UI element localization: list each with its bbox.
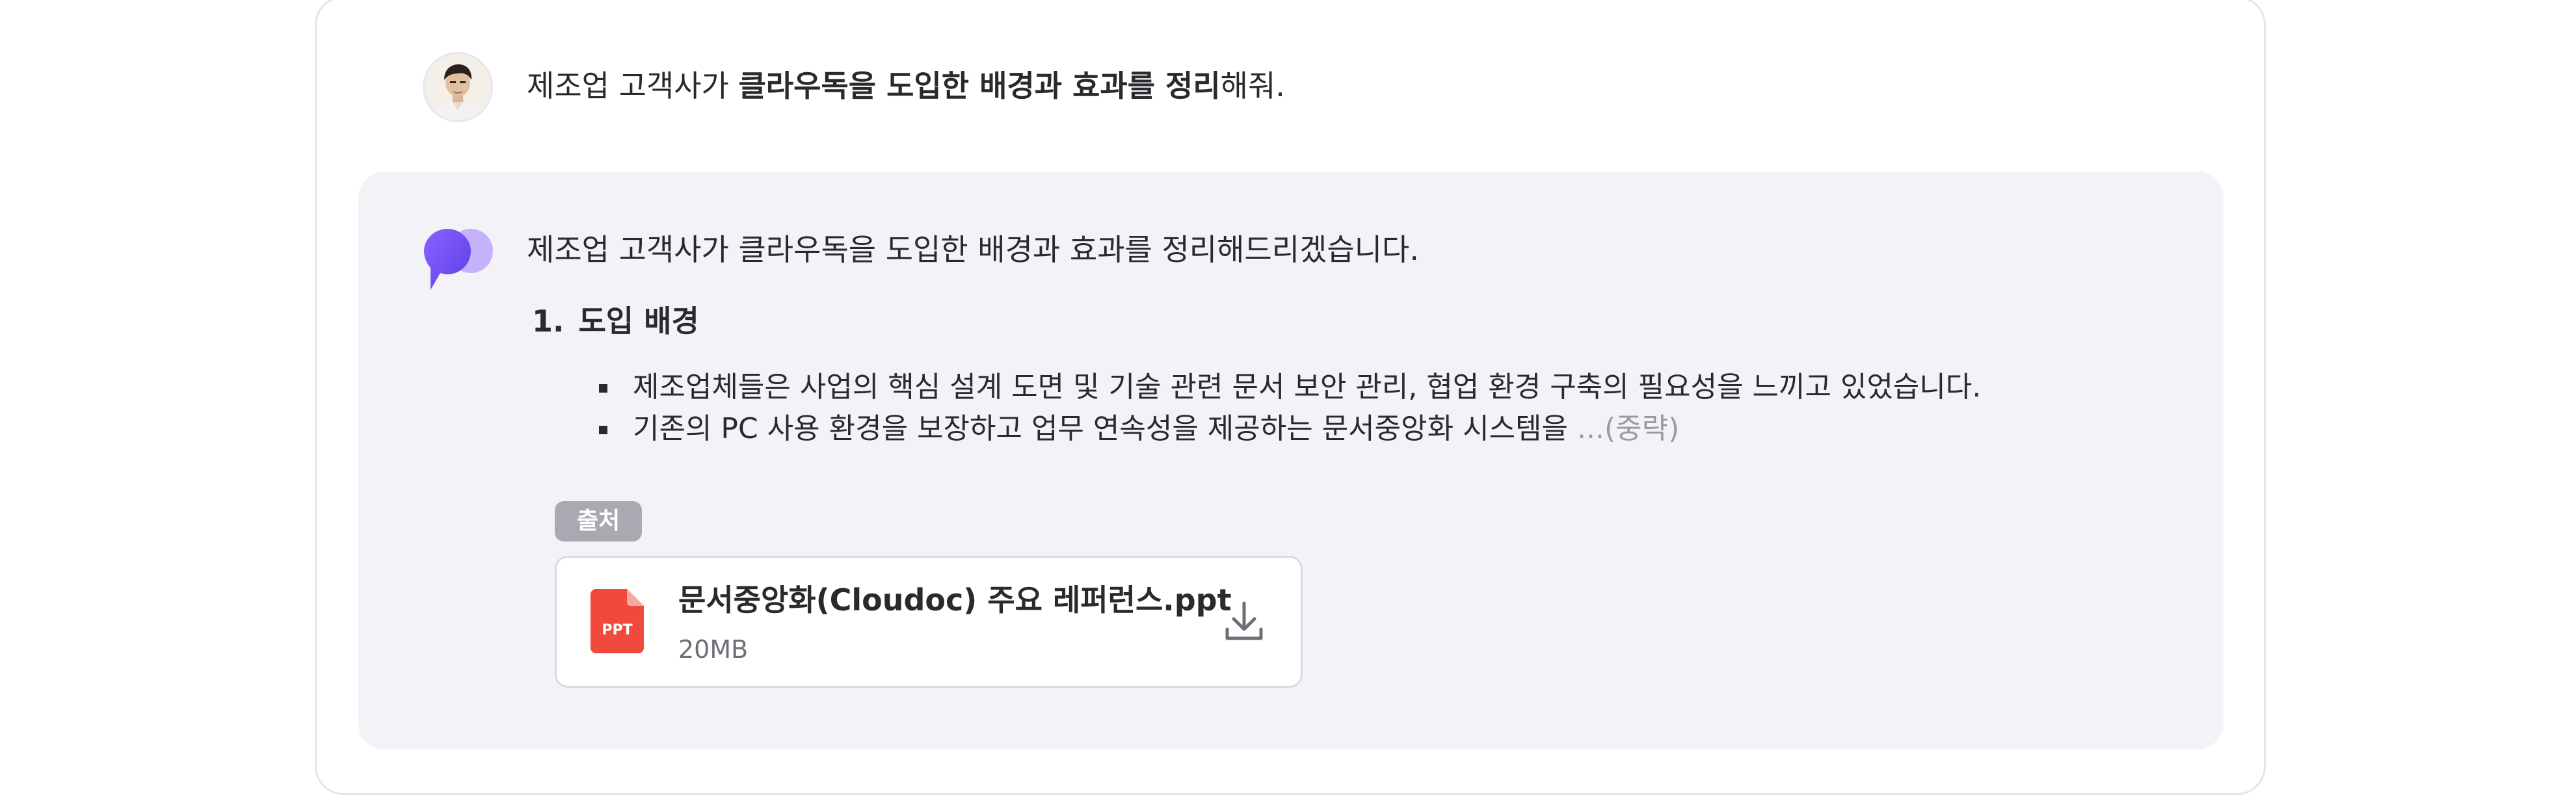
list-item: 제조업체들은 사업의 핵심 설계 도면 및 기술 관련 문서 보안 관리, 협업… bbox=[599, 367, 1981, 408]
bullet-text: 제조업체들은 사업의 핵심 설계 도면 및 기술 관련 문서 보안 관리, 협업… bbox=[633, 371, 1982, 404]
chat-frame: 제조업 고객사가 클라우독을 도입한 배경과 효과를 정리해줘. 제조업 고객사… bbox=[315, 0, 2266, 795]
bullet-marker-icon bbox=[599, 426, 607, 434]
bullet-marker-icon bbox=[599, 384, 607, 393]
bullet-list: 제조업체들은 사업의 핵심 설계 도면 및 기술 관련 문서 보안 관리, 협업… bbox=[599, 367, 1981, 450]
user-message-prefix: 제조업 고객사가 bbox=[527, 68, 739, 103]
assistant-logo-icon bbox=[421, 224, 494, 291]
assistant-intro-text: 제조업 고객사가 클라우독을 도입한 배경과 효과를 정리해드리겠습니다. bbox=[527, 232, 1419, 267]
section-heading: 1. 도입 배경 bbox=[532, 298, 699, 344]
truncation-marker: ...(중략) bbox=[1577, 412, 1680, 445]
user-avatar bbox=[423, 52, 493, 122]
file-attachment-card[interactable]: PPT 문서중앙화(Cloudoc) 주요 레퍼런스.ppt 20MB bbox=[555, 556, 1303, 688]
section-title: 도입 배경 bbox=[578, 304, 699, 339]
ppt-file-icon: PPT bbox=[591, 589, 644, 653]
list-item: 기존의 PC 사용 환경을 보장하고 업무 연속성을 제공하는 문서중앙화 시스… bbox=[599, 408, 1981, 450]
ppt-file-type-label: PPT bbox=[602, 622, 632, 638]
user-avatar-image bbox=[425, 54, 491, 120]
bullet-text: 기존의 PC 사용 환경을 보장하고 업무 연속성을 제공하는 문서중앙화 시스… bbox=[633, 412, 1577, 445]
user-message: 제조업 고객사가 클라우독을 도입한 배경과 효과를 정리해줘. bbox=[527, 63, 1285, 109]
user-message-suffix: 해줘. bbox=[1220, 68, 1285, 103]
download-icon[interactable] bbox=[1223, 599, 1265, 644]
assistant-response-panel: 제조업 고객사가 클라우독을 도입한 배경과 효과를 정리해드리겠습니다. 1.… bbox=[358, 172, 2224, 749]
source-badge: 출처 bbox=[555, 501, 643, 541]
file-size: 20MB bbox=[678, 635, 749, 664]
user-message-bold: 클라우독을 도입한 배경과 효과를 정리 bbox=[738, 68, 1221, 103]
file-name: 문서중앙화(Cloudoc) 주요 레퍼런스.ppt bbox=[678, 582, 1232, 618]
section-number: 1. bbox=[532, 304, 564, 339]
